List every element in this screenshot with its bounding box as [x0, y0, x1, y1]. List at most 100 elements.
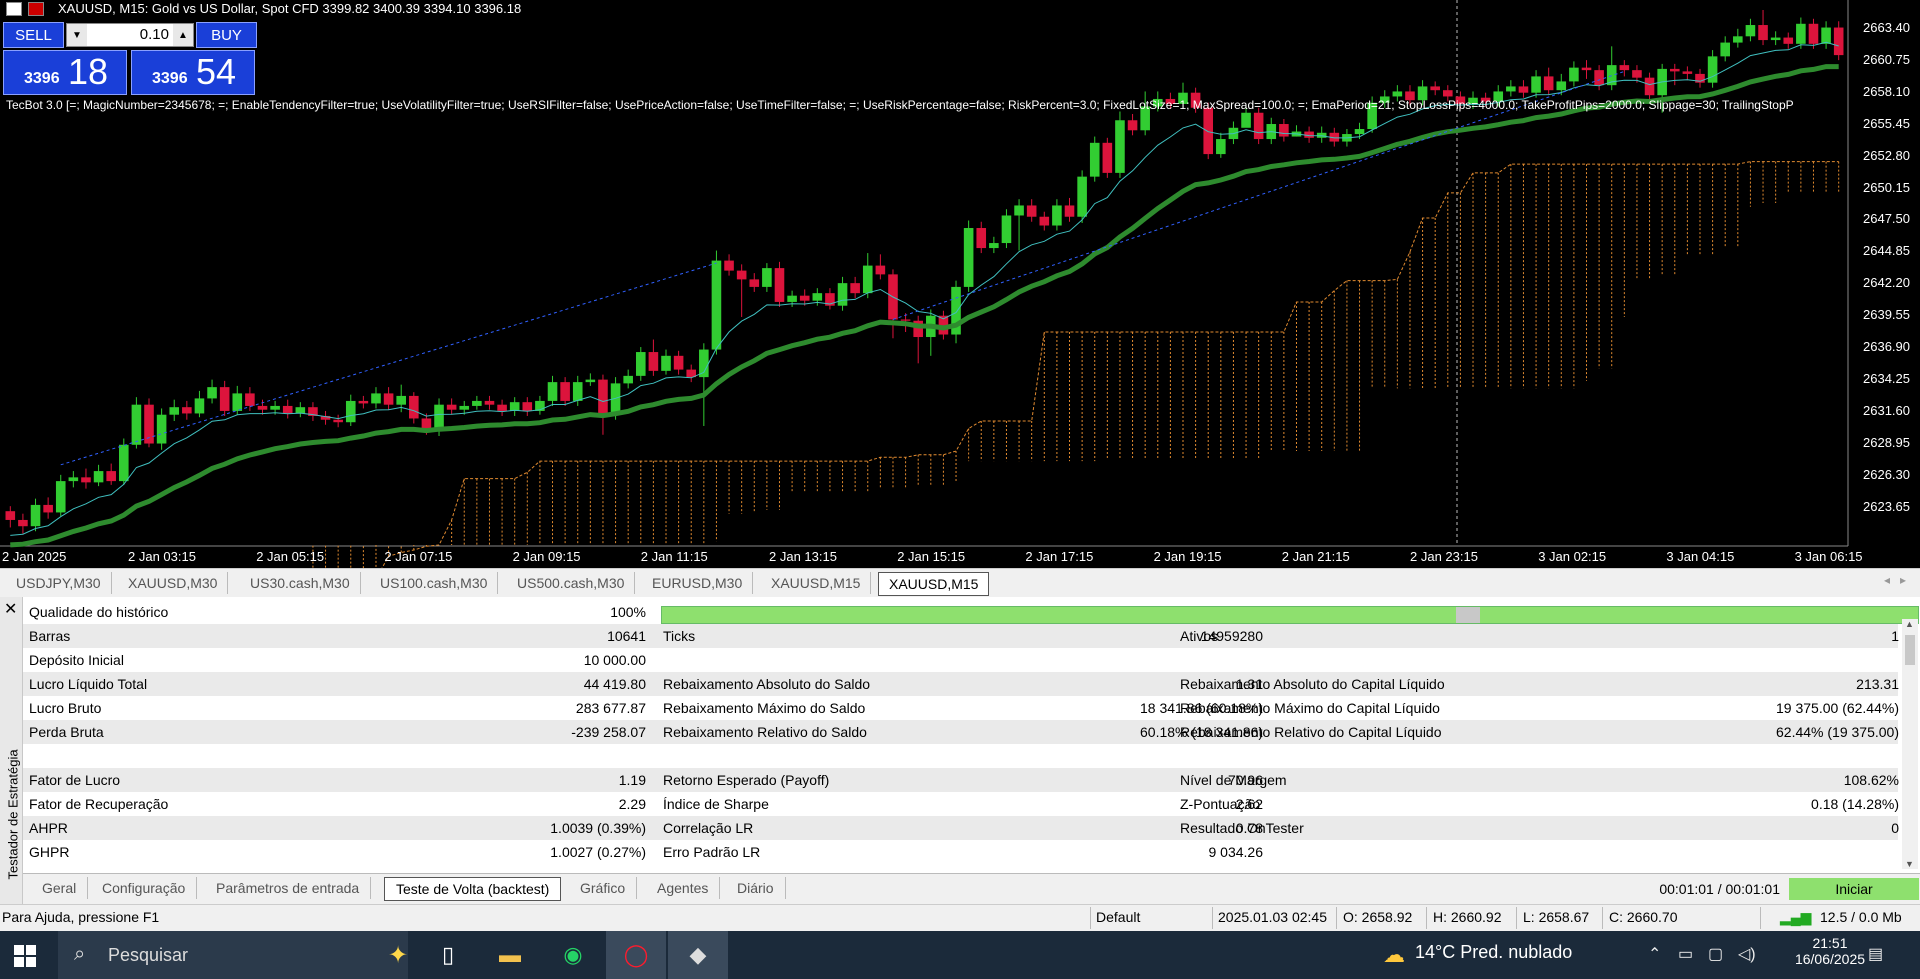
volume-icon[interactable]: ◁)	[1738, 944, 1756, 964]
results-row: Lucro Líquido Total 44 419.80 Rebaixamento…	[23, 672, 1899, 696]
candle-body	[749, 279, 760, 287]
stat-label: Rebaixamento Absoluto do Saldo	[663, 676, 871, 692]
candle-body	[1089, 142, 1100, 177]
tab-diario[interactable]: Diário	[726, 877, 786, 899]
stat-label: Lucro Bruto	[29, 700, 102, 716]
stat-label: Rebaixamento Relativo do Saldo	[663, 724, 867, 740]
stat-value: 0.18 (14.28%)	[1811, 796, 1899, 812]
candle-body	[1632, 70, 1642, 78]
candle-body	[598, 379, 608, 415]
price-tick-label: 2663.40	[1863, 20, 1910, 35]
chart-tab-us30-m30[interactable]: US30.cash,M30	[240, 572, 361, 594]
taskbar-search[interactable]: ⌕ Pesquisar ✦	[58, 931, 408, 979]
windows-start-icon[interactable]	[14, 945, 36, 967]
status-traffic: 12.5 / 0.0 Mb	[1820, 909, 1902, 925]
backtest-results-table: Qualidade do histórico 100% Barras 10641 T…	[23, 600, 1919, 864]
show-hidden-icons-icon[interactable]: ⌃	[1648, 944, 1661, 964]
taskbar-clock[interactable]: 21:51 16/06/2025	[1790, 935, 1870, 967]
candle-body	[1783, 37, 1794, 44]
stat-value: 19 375.00 (62.44%)	[1776, 700, 1899, 716]
weather-icon[interactable]: ☁	[1378, 939, 1410, 971]
stat-label: AHPR	[29, 820, 68, 836]
scroll-thumb[interactable]	[1905, 635, 1915, 665]
stat-label: Depósito Inicial	[29, 652, 124, 668]
tab-agentes[interactable]: Agentes	[646, 877, 721, 899]
chart-tab-xauusd-m30[interactable]: XAUUSD,M30	[118, 572, 229, 594]
candle-body	[812, 293, 823, 301]
buy-button[interactable]: BUY	[196, 22, 257, 48]
chart-tab-eurusd-m30[interactable]: EURUSD,M30	[642, 572, 754, 594]
task-view-icon[interactable]: ▯	[432, 939, 464, 971]
status-datetime: 2025.01.03 02:45	[1218, 909, 1327, 925]
metatrader-icon[interactable]: ◆	[682, 939, 714, 971]
tab-grafico[interactable]: Gráfico	[569, 877, 638, 899]
buy-price-display[interactable]: 3396 54	[131, 50, 255, 95]
close-icon[interactable]: ✕	[4, 599, 17, 619]
candle-body	[963, 228, 974, 287]
battery-icon[interactable]: ▭	[1678, 944, 1693, 964]
status-divider	[1426, 907, 1427, 929]
scroll-up-icon[interactable]: ▲	[1905, 619, 1914, 629]
candle-body	[1430, 86, 1440, 91]
chart-tab-usdjpy-m30[interactable]: USDJPY,M30	[6, 572, 112, 594]
results-row	[23, 744, 1898, 768]
network-icon[interactable]: ▢	[1708, 944, 1723, 964]
chart-window-icons	[6, 2, 44, 16]
candle-body	[81, 477, 91, 483]
tab-scroll-arrows-icon[interactable]: ◂ ▸	[1884, 573, 1906, 587]
quality-value: 100%	[610, 604, 646, 620]
candle-body	[1115, 120, 1125, 173]
candle-body	[156, 414, 167, 444]
chart-menu-icon[interactable]	[6, 2, 22, 16]
price-tick-label: 2631.60	[1863, 402, 1910, 418]
tab-geral[interactable]: Geral	[31, 877, 89, 899]
time-tick-label: 2 Jan 19:15	[1153, 549, 1222, 564]
candle-body	[1127, 120, 1138, 131]
candle-body	[1253, 112, 1264, 140]
chart-tab-us500-m30[interactable]: US500.cash,M30	[507, 572, 636, 594]
lot-increase-icon[interactable]: ▲	[173, 24, 193, 46]
sell-button[interactable]: SELL	[3, 22, 64, 48]
candle-body	[724, 260, 734, 271]
stat-label: Correlação LR	[663, 820, 754, 836]
status-high: H: 2660.92	[1433, 909, 1502, 925]
scroll-down-icon[interactable]: ▼	[1905, 859, 1914, 869]
notifications-icon[interactable]: ▤	[1868, 944, 1883, 964]
quality-label: Qualidade do histórico	[29, 604, 169, 620]
lot-size-input[interactable]: ▼ 0.10 ▲	[66, 23, 194, 47]
candle-body	[1808, 23, 1819, 44]
search-icon: ⌕	[74, 943, 86, 965]
file-explorer-icon[interactable]: ▬	[494, 939, 526, 971]
results-scrollbar[interactable]: ▲ ▼	[1902, 619, 1918, 869]
candle-body	[55, 481, 66, 513]
chart-type-icon[interactable]	[28, 2, 44, 16]
chart-tab-xauusd-m15[interactable]: XAUUSD,M15	[761, 572, 872, 594]
start-button[interactable]: Iniciar	[1789, 878, 1919, 900]
tab-configuracao[interactable]: Configuração	[91, 877, 198, 899]
candle-body	[1014, 205, 1024, 216]
candle-body	[1052, 205, 1062, 226]
candle-body	[93, 471, 104, 483]
chart-tab-xauusd-m15-active[interactable]: XAUUSD,M15	[878, 572, 990, 596]
time-tick-label: 2 Jan 09:15	[512, 549, 581, 564]
price-tick-label: 2634.25	[1863, 370, 1910, 386]
lot-decrease-icon[interactable]: ▼	[67, 24, 87, 46]
stat-value: 44 419.80	[583, 676, 646, 692]
opera-icon[interactable]: ◯	[620, 939, 652, 971]
candle-body	[245, 393, 255, 406]
tab-parametros-entrada[interactable]: Parâmetros de entrada	[205, 877, 372, 899]
stat-value: 1	[1891, 628, 1899, 644]
status-bar: Para Ajuda, pressione F1 Default 2025.01…	[0, 904, 1920, 931]
whatsapp-icon[interactable]: ◉	[557, 939, 589, 971]
stat-label: Resultado OnTester	[1180, 820, 1304, 836]
time-tick-label: 3 Jan 04:15	[1666, 549, 1735, 564]
candle-body	[1443, 90, 1453, 97]
results-row: Barras 10641 Ticks 14959280 Ativos 1	[23, 624, 1899, 648]
chart-tab-us100-m30[interactable]: US100.cash,M30	[370, 572, 499, 594]
sell-price-display[interactable]: 3396 18	[3, 50, 127, 95]
tab-backtest[interactable]: Teste de Volta (backtest)	[384, 877, 562, 901]
candle-body	[270, 405, 280, 410]
candle-body	[1354, 129, 1365, 135]
price-chart[interactable]: XAUUSD, M15: Gold vs US Dollar, Spot CFD…	[0, 0, 1920, 568]
weather-text[interactable]: 14°C Pred. nublado	[1415, 942, 1572, 963]
